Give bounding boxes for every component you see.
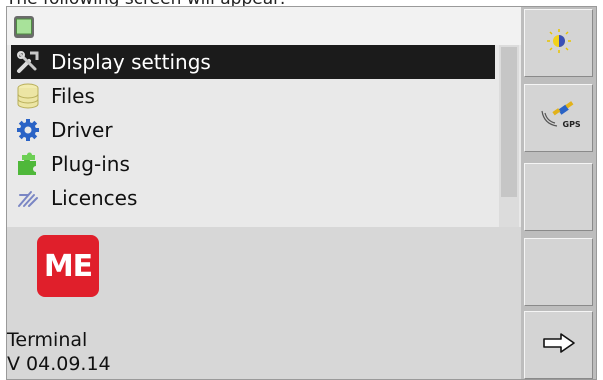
database-icon <box>11 79 45 113</box>
softkey-bar: GPS <box>521 7 596 379</box>
me-logo: ME <box>37 235 99 297</box>
terminal-info-panel: ME Terminal V 04.09.14 <box>7 227 521 379</box>
licence-icon <box>11 181 45 215</box>
empty-softkey-3[interactable] <box>524 163 593 231</box>
settings-menu: Display settings Files Driver Plug-ins L… <box>7 45 521 227</box>
product-name: Terminal <box>7 329 88 351</box>
menu-item-label: Files <box>51 84 95 108</box>
software-version: V 04.09.14 <box>7 353 111 375</box>
next-button[interactable] <box>524 311 593 379</box>
menu-item-driver[interactable]: Driver <box>11 113 495 147</box>
menu-item-plug-ins[interactable]: Plug-ins <box>11 147 495 181</box>
empty-softkey-4[interactable] <box>524 238 593 306</box>
tools-icon <box>11 45 45 79</box>
menu-item-label: Plug-ins <box>51 152 130 176</box>
menu-item-display-settings[interactable]: Display settings <box>11 45 495 79</box>
arrow-right-icon <box>542 332 576 358</box>
terminal-screen: Display settings Files Driver Plug-ins L… <box>6 6 597 380</box>
gps-label: GPS <box>562 120 581 129</box>
brightness-icon <box>545 27 573 59</box>
brightness-button[interactable] <box>524 9 593 77</box>
gps-icon: GPS <box>539 101 581 135</box>
puzzle-icon <box>11 147 45 181</box>
menu-item-files[interactable]: Files <box>11 79 495 113</box>
menu-item-label: Driver <box>51 118 113 142</box>
menu-item-label: Display settings <box>51 50 211 74</box>
gear-icon <box>11 113 45 147</box>
scrollbar-thumb[interactable] <box>501 47 517 197</box>
main-area: Display settings Files Driver Plug-ins L… <box>7 7 521 379</box>
top-bar <box>7 7 521 45</box>
menu-scrollbar[interactable] <box>499 45 519 227</box>
home-screen-icon[interactable] <box>13 15 35 43</box>
menu-item-label: Licences <box>51 186 138 210</box>
menu-item-licences[interactable]: Licences <box>11 181 495 215</box>
gps-button[interactable]: GPS <box>524 84 593 152</box>
